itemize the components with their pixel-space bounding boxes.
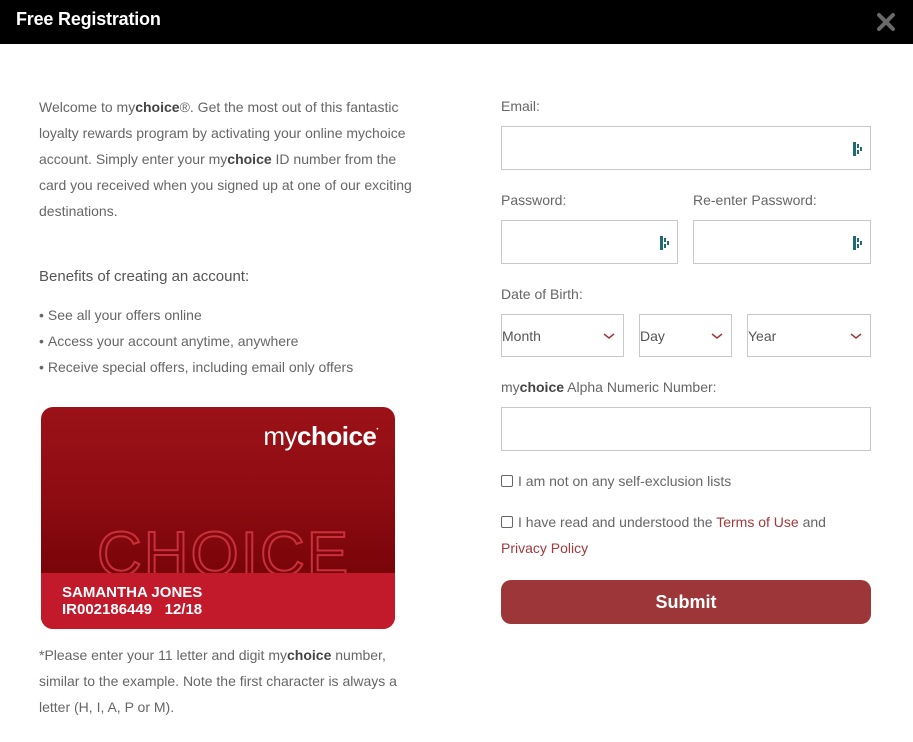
- card-holder-name: SAMANTHA JONES: [62, 584, 203, 601]
- self-exclusion-checkbox[interactable]: [501, 475, 513, 487]
- terms-row: I have read and understood the Terms of …: [501, 514, 826, 556]
- benefit-item: • See all your offers online: [39, 307, 202, 323]
- benefits-list: • See all your offers online • Access your…: [39, 302, 353, 380]
- dob-day-value: Day: [640, 328, 665, 344]
- dob-year-value: Year: [748, 328, 777, 344]
- card-id: IR002186449: [62, 601, 153, 618]
- password-manager-icon[interactable]: [660, 236, 670, 250]
- self-exclusion-label: I am not on any self-exclusion lists: [518, 473, 732, 489]
- submit-button[interactable]: Submit: [501, 580, 871, 624]
- reenter-password-field-wrapper: [693, 220, 871, 264]
- chevron-down-icon: [850, 333, 862, 339]
- password-manager-icon[interactable]: [853, 236, 863, 250]
- benefit-item: • Access your account anytime, anywhere: [39, 333, 299, 349]
- card-id-line: IR002186449 12/18: [62, 602, 202, 618]
- benefit-item: • Receive special offers, including email…: [39, 359, 354, 375]
- password-field-wrapper: [501, 220, 678, 264]
- reenter-password-label: Re-enter Password:: [693, 192, 817, 208]
- chevron-down-icon: [711, 333, 723, 339]
- password-manager-icon[interactable]: [853, 142, 863, 156]
- password-label: Password:: [501, 192, 567, 208]
- card-expiry: 12/18: [164, 601, 203, 618]
- card-number-note: *Please enter your 11 letter and digit m…: [39, 647, 397, 715]
- dob-label: Date of Birth:: [501, 286, 583, 302]
- number-label: mychoice Alpha Numeric Number:: [501, 379, 717, 395]
- close-icon[interactable]: [874, 10, 898, 34]
- modal-title: Free Registration: [16, 9, 161, 29]
- benefits-title: Benefits of creating an account:: [39, 268, 250, 285]
- email-field[interactable]: [502, 127, 870, 169]
- privacy-policy-link[interactable]: Privacy Policy: [501, 540, 588, 556]
- dob-month-value: Month: [502, 328, 541, 344]
- terms-of-use-link[interactable]: Terms of Use: [716, 514, 798, 530]
- password-field[interactable]: [502, 221, 677, 263]
- dob-day-select[interactable]: Day: [639, 314, 732, 357]
- mychoice-number-field[interactable]: [502, 408, 870, 450]
- intro-text: Welcome to mychoice®. Get the most out o…: [39, 99, 412, 219]
- email-field-wrapper: [501, 126, 871, 170]
- chevron-down-icon: [603, 333, 615, 339]
- terms-checkbox[interactable]: [501, 516, 513, 528]
- intro-section: Welcome to mychoice®. Get the most out o…: [39, 94, 419, 224]
- self-exclusion-row: I am not on any self-exclusion lists: [501, 468, 731, 494]
- number-field-wrapper: [501, 407, 871, 451]
- reenter-password-field[interactable]: [694, 221, 870, 263]
- dob-year-select[interactable]: Year: [747, 314, 871, 357]
- dob-month-select[interactable]: Month: [501, 314, 624, 357]
- sample-membership-card: mychoice• CHOICE SAMANTHA JONES IR002186…: [41, 407, 395, 629]
- email-label: Email:: [501, 98, 540, 114]
- card-logo: mychoice•: [263, 421, 378, 451]
- modal-header: Free Registration: [0, 0, 913, 44]
